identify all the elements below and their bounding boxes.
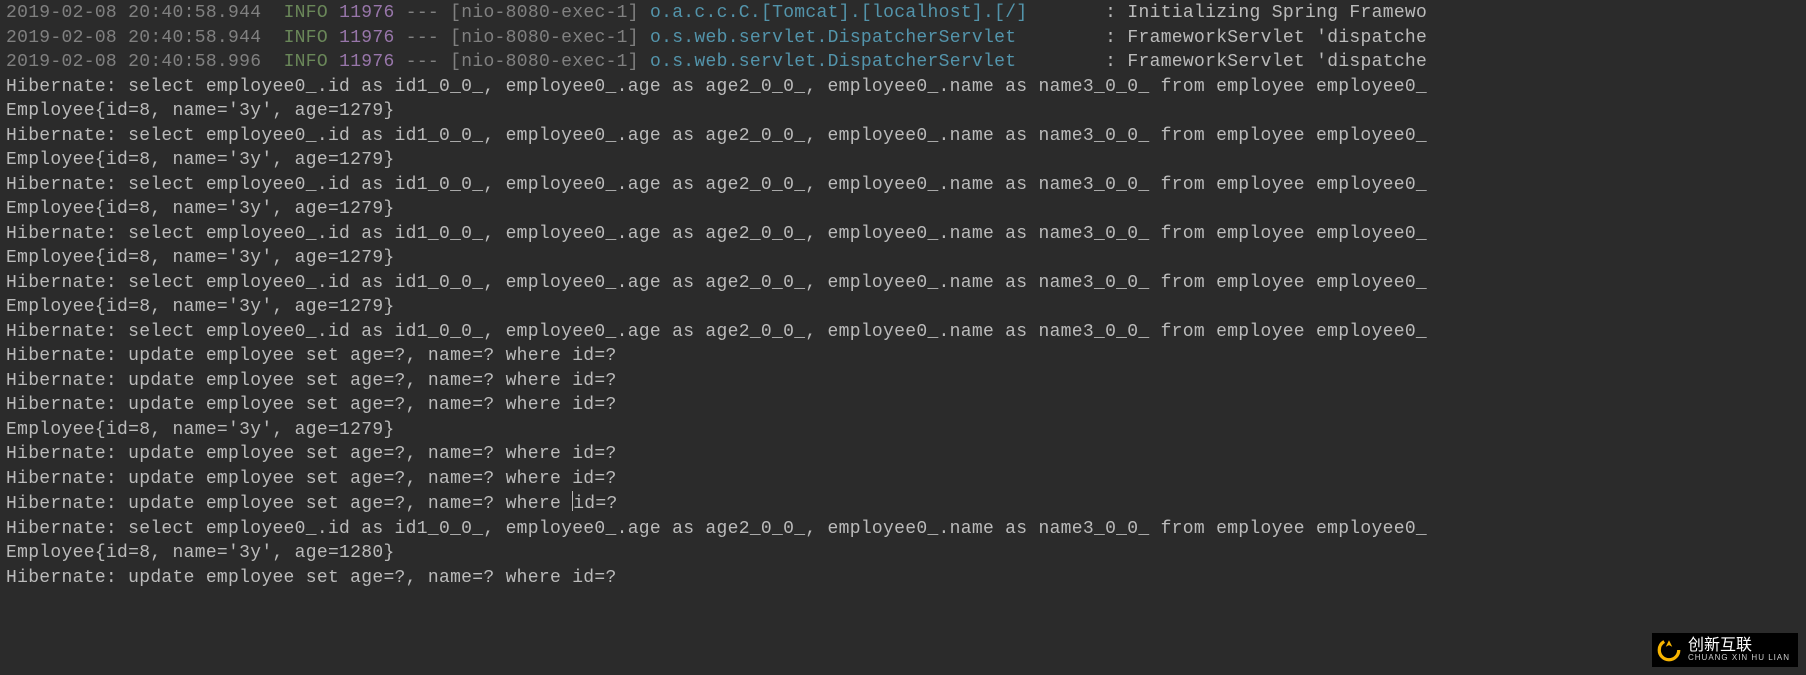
log-colon: : [1105, 52, 1116, 72]
watermark-logo-icon [1656, 637, 1682, 663]
log-line: Hibernate: select employee0_.id as id1_0… [6, 75, 1800, 100]
log-thread: [nio-8080-exec-1] [450, 52, 639, 72]
log-level: INFO [284, 52, 328, 72]
log-logger: o.a.c.c.C.[Tomcat].[localhost].[/] [650, 3, 1094, 23]
log-line: Employee{id=8, name='3y', age=1279} [6, 197, 1800, 222]
log-separator: --- [406, 52, 439, 72]
log-line: Employee{id=8, name='3y', age=1280} [6, 541, 1800, 566]
log-line: Employee{id=8, name='3y', age=1279} [6, 246, 1800, 271]
log-line: 2019-02-08 20:40:58.944 INFO 11976 --- [… [6, 26, 1800, 51]
log-colon: : [1105, 28, 1116, 48]
log-line: Hibernate: update employee set age=?, na… [6, 369, 1800, 394]
log-logger: o.s.web.servlet.DispatcherServlet [650, 52, 1094, 72]
log-pid: 11976 [339, 28, 395, 48]
log-timestamp: 2019-02-08 20:40:58.944 [6, 3, 261, 23]
log-line: Hibernate: select employee0_.id as id1_0… [6, 222, 1800, 247]
log-line: Hibernate: update employee set age=?, na… [6, 491, 1800, 517]
console-log-output[interactable]: 2019-02-08 20:40:58.944 INFO 11976 --- [… [0, 0, 1806, 591]
log-line: Hibernate: select employee0_.id as id1_0… [6, 124, 1800, 149]
log-line: Hibernate: update employee set age=?, na… [6, 344, 1800, 369]
log-separator: --- [406, 3, 439, 23]
log-line: Employee{id=8, name='3y', age=1279} [6, 99, 1800, 124]
watermark-badge: 创新互联 CHUANG XIN HU LIAN [1652, 633, 1798, 667]
log-pid: 11976 [339, 52, 395, 72]
log-level: INFO [284, 28, 328, 48]
log-line: 2019-02-08 20:40:58.944 INFO 11976 --- [… [6, 1, 1800, 26]
log-pid: 11976 [339, 3, 395, 23]
log-line: Employee{id=8, name='3y', age=1279} [6, 295, 1800, 320]
log-separator: --- [406, 28, 439, 48]
log-text: Hibernate: update employee set age=?, na… [6, 494, 572, 514]
log-line: Hibernate: update employee set age=?, na… [6, 442, 1800, 467]
log-message: FrameworkServlet 'dispatche [1127, 52, 1427, 72]
log-colon: : [1105, 3, 1116, 23]
log-line: Hibernate: select employee0_.id as id1_0… [6, 271, 1800, 296]
log-line: Employee{id=8, name='3y', age=1279} [6, 148, 1800, 173]
log-message: Initializing Spring Framewo [1127, 3, 1427, 23]
log-line: Hibernate: select employee0_.id as id1_0… [6, 173, 1800, 198]
log-line: Hibernate: select employee0_.id as id1_0… [6, 320, 1800, 345]
watermark-subtitle: CHUANG XIN HU LIAN [1688, 654, 1790, 662]
watermark-title: 创新互联 [1688, 638, 1790, 654]
log-message: FrameworkServlet 'dispatche [1127, 28, 1427, 48]
log-line: Hibernate: select employee0_.id as id1_0… [6, 517, 1800, 542]
log-level: INFO [284, 3, 328, 23]
log-line: 2019-02-08 20:40:58.996 INFO 11976 --- [… [6, 50, 1800, 75]
log-timestamp: 2019-02-08 20:40:58.996 [6, 52, 261, 72]
log-logger: o.s.web.servlet.DispatcherServlet [650, 28, 1094, 48]
watermark-text: 创新互联 CHUANG XIN HU LIAN [1688, 638, 1790, 662]
log-timestamp: 2019-02-08 20:40:58.944 [6, 28, 261, 48]
log-thread: [nio-8080-exec-1] [450, 28, 639, 48]
log-line: Employee{id=8, name='3y', age=1279} [6, 418, 1800, 443]
log-thread: [nio-8080-exec-1] [450, 3, 639, 23]
log-line: Hibernate: update employee set age=?, na… [6, 393, 1800, 418]
log-text: id=? [573, 494, 617, 514]
log-line: Hibernate: update employee set age=?, na… [6, 566, 1800, 591]
log-line: Hibernate: update employee set age=?, na… [6, 467, 1800, 492]
